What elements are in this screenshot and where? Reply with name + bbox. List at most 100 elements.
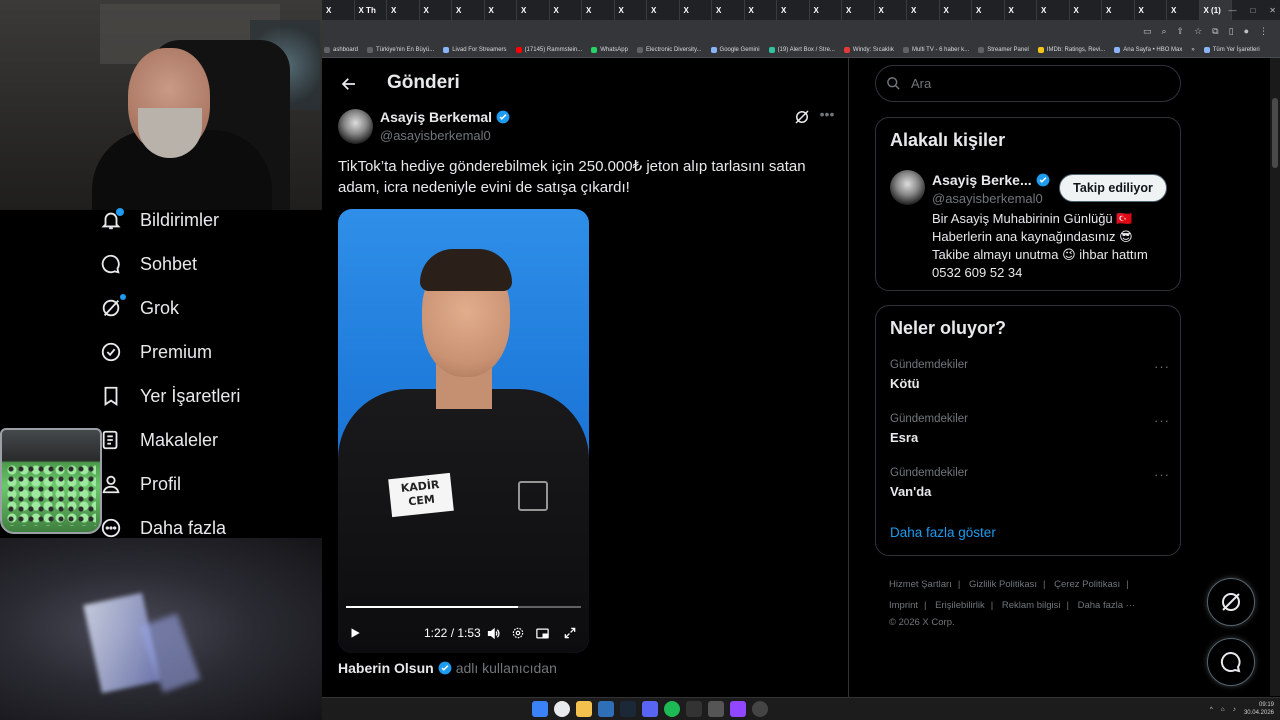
grok-explain-button[interactable] bbox=[793, 108, 813, 128]
sidebar-icon[interactable]: ▯ bbox=[1229, 26, 1234, 37]
browser-tab[interactable]: X bbox=[1037, 0, 1070, 20]
trend-item[interactable]: Gündemdekiler Kötü ··· bbox=[890, 359, 1170, 399]
footer-link-privacy[interactable]: Gizlilik Politikası bbox=[969, 579, 1037, 590]
search-box[interactable] bbox=[875, 65, 1181, 102]
bookmark-item[interactable]: Electronic Diversity... bbox=[636, 46, 702, 53]
bookmark-item[interactable]: Google Gemini bbox=[710, 46, 760, 53]
bookmark-item[interactable]: Streamer Panel bbox=[978, 46, 1029, 53]
play-button[interactable] bbox=[348, 621, 362, 645]
bookmark-item[interactable]: » bbox=[1191, 47, 1194, 53]
chrome-icon[interactable] bbox=[554, 701, 570, 717]
cast-icon[interactable]: ▭ bbox=[1143, 26, 1152, 37]
browser-tab[interactable]: X bbox=[1135, 0, 1167, 20]
discord-icon[interactable] bbox=[642, 701, 658, 717]
menu-icon[interactable]: ⋮ bbox=[1259, 26, 1268, 37]
twitch-app-icon[interactable] bbox=[730, 701, 746, 717]
browser-tab[interactable]: X bbox=[485, 0, 517, 20]
browser-tab[interactable]: X bbox=[452, 0, 485, 20]
footer-link-ads-info[interactable]: Reklam bilgisi bbox=[1002, 600, 1061, 611]
bookmark-item[interactable]: Windy: Sıcaklık bbox=[843, 46, 894, 53]
browser-tab[interactable]: X bbox=[582, 0, 615, 20]
trend-more-button[interactable]: ··· bbox=[1154, 467, 1170, 482]
browser-tab[interactable]: X bbox=[680, 0, 712, 20]
footer-link-more[interactable]: Daha fazla ··· bbox=[1078, 600, 1136, 611]
extensions-icon[interactable]: ⧉ bbox=[1212, 26, 1218, 37]
browser-tab[interactable]: X (1) bbox=[1199, 0, 1232, 20]
trend-item[interactable]: Gündemdekiler Van'da ··· bbox=[890, 467, 1170, 507]
nav-item-profile[interactable]: Profil bbox=[90, 464, 181, 504]
browser-tab[interactable]: X bbox=[842, 0, 875, 20]
star-icon[interactable]: ☆ bbox=[1194, 26, 1202, 37]
profile-avatar-icon[interactable]: ● bbox=[1244, 26, 1249, 36]
browser-tab[interactable]: X bbox=[322, 0, 355, 20]
bookmark-item[interactable]: Türkiye'nin En Büyü... bbox=[367, 46, 434, 53]
browser-tab[interactable]: X bbox=[1167, 0, 1200, 20]
start-icon[interactable] bbox=[532, 701, 548, 717]
video-source-attribution[interactable]: Haberin Olsun adlı kullanıcıdan bbox=[338, 660, 557, 676]
browser-tab[interactable]: X bbox=[647, 0, 680, 20]
browser-tab[interactable]: X bbox=[907, 0, 940, 20]
folder-icon[interactable] bbox=[576, 701, 592, 717]
browser-tab[interactable]: X bbox=[420, 0, 452, 20]
browser-tab[interactable]: X Th bbox=[355, 0, 387, 20]
trend-more-button[interactable]: ··· bbox=[1154, 359, 1170, 374]
pip-button[interactable] bbox=[535, 621, 550, 645]
obs-icon[interactable] bbox=[708, 701, 724, 717]
nav-item-chat[interactable]: Sohbet bbox=[90, 244, 197, 284]
author-avatar[interactable] bbox=[338, 109, 373, 144]
trend-item[interactable]: Gündemdekiler Esra ··· bbox=[890, 413, 1170, 453]
browser-tab[interactable]: X bbox=[972, 0, 1005, 20]
settings-button[interactable] bbox=[511, 621, 525, 645]
obs-studio-icon[interactable] bbox=[752, 701, 768, 717]
browser-tab[interactable]: X bbox=[875, 0, 907, 20]
grok-fab-button[interactable] bbox=[1207, 578, 1255, 626]
browser-tab[interactable]: X bbox=[712, 0, 745, 20]
messages-fab-button[interactable] bbox=[1207, 638, 1255, 686]
related-name-row[interactable]: Asayiş Berke... bbox=[932, 172, 1050, 188]
footer-link-accessibility[interactable]: Erişilebilirlik bbox=[935, 600, 985, 611]
browser-tab[interactable]: X bbox=[615, 0, 647, 20]
browser-tab[interactable]: X bbox=[1070, 0, 1102, 20]
nav-item-bookmarks[interactable]: Yer İşaretleri bbox=[90, 376, 240, 416]
footer-link-terms[interactable]: Hizmet Şartları bbox=[889, 579, 952, 590]
related-handle[interactable]: @asayisberkemal0 bbox=[932, 191, 1043, 206]
nav-item-articles[interactable]: Makaleler bbox=[90, 420, 218, 460]
browser-tab[interactable]: X bbox=[940, 0, 972, 20]
epic-icon[interactable] bbox=[686, 701, 702, 717]
nav-item-grok[interactable]: Grok bbox=[90, 288, 179, 328]
browser-tab[interactable]: X bbox=[810, 0, 842, 20]
browser-tab[interactable]: X bbox=[517, 0, 550, 20]
nav-item-premium[interactable]: Premium bbox=[90, 332, 212, 372]
browser-tab[interactable]: X bbox=[1102, 0, 1135, 20]
author-name-row[interactable]: Asayiş Berkemal bbox=[380, 109, 510, 125]
browser-tab[interactable]: X bbox=[387, 0, 420, 20]
footer-link-imprint[interactable]: Imprint bbox=[889, 600, 918, 611]
nav-item-notifications[interactable]: Bildirimler bbox=[90, 200, 219, 240]
clock[interactable]: 09:19 30.04.2026 bbox=[1244, 701, 1274, 717]
spotify-icon[interactable] bbox=[664, 701, 680, 717]
share-icon[interactable]: ⇪ bbox=[1177, 26, 1185, 37]
bookmark-item[interactable]: (19) Alert Box / Stre... bbox=[768, 46, 835, 53]
search-input[interactable] bbox=[911, 76, 1151, 91]
back-button[interactable] bbox=[335, 70, 363, 98]
show-more-link[interactable]: Daha fazla göster bbox=[890, 525, 996, 540]
following-button[interactable]: Takip ediliyor bbox=[1059, 174, 1167, 202]
steam-icon[interactable] bbox=[620, 701, 636, 717]
browser-tab[interactable]: X bbox=[745, 0, 777, 20]
bookmark-item[interactable]: Tüm Yer İşaretleri bbox=[1203, 46, 1260, 53]
maximize-icon[interactable]: □ bbox=[1250, 6, 1255, 15]
bookmark-item[interactable]: (17145) Rammstein... bbox=[515, 46, 582, 53]
fullscreen-button[interactable] bbox=[563, 621, 577, 645]
minimize-icon[interactable]: — bbox=[1228, 6, 1236, 15]
bookmark-item[interactable]: Ana Sayfa • HBO Max bbox=[1114, 46, 1182, 53]
browser-tab[interactable]: X bbox=[1005, 0, 1037, 20]
page-scrollbar[interactable] bbox=[1270, 58, 1280, 696]
close-window-icon[interactable]: ✕ bbox=[1269, 6, 1276, 15]
footer-link-cookies[interactable]: Çerez Politikası bbox=[1054, 579, 1120, 590]
related-avatar[interactable] bbox=[890, 170, 925, 205]
volume-button[interactable] bbox=[486, 621, 501, 645]
bookmark-item[interactable]: IMDb: Ratings, Revi... bbox=[1037, 46, 1105, 53]
video-progress-bar[interactable] bbox=[346, 606, 581, 608]
zoom-icon[interactable]: ⌕ bbox=[1162, 26, 1167, 37]
app-icon[interactable] bbox=[598, 701, 614, 717]
